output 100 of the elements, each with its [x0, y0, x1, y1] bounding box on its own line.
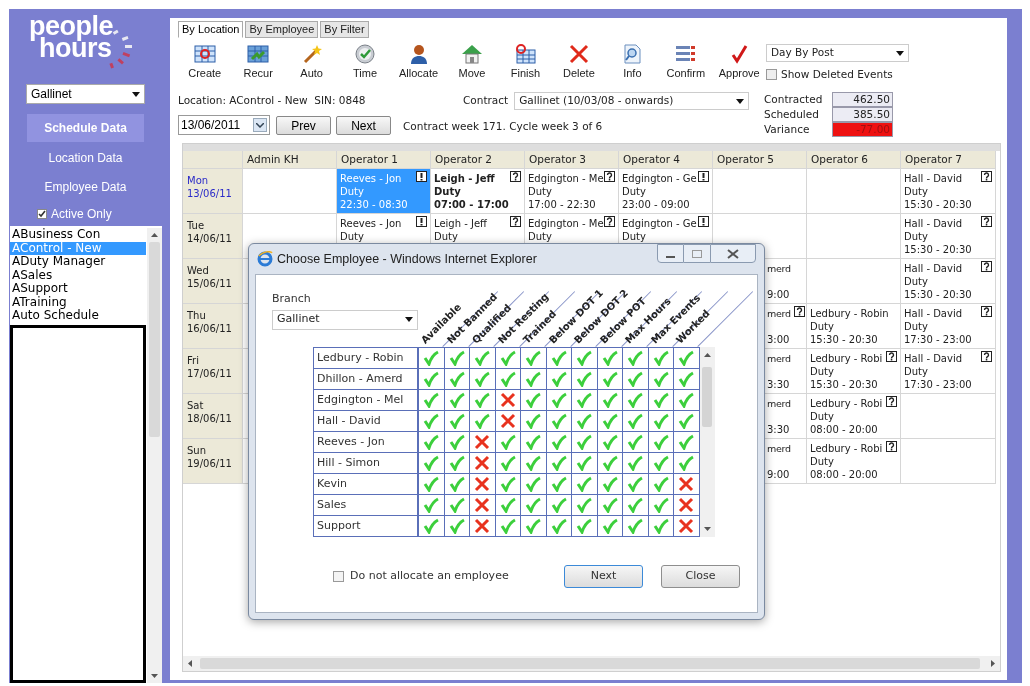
- contract-select[interactable]: Gallinet (10/03/08 - onwards): [514, 92, 750, 110]
- employee-name[interactable]: Support: [314, 516, 419, 536]
- shift-cell[interactable]: Hall - David Duty 17:30 - 23:00: [901, 349, 996, 394]
- check-icon: [576, 413, 593, 429]
- location-item[interactable]: ABusiness Con: [10, 228, 146, 242]
- check-icon: [601, 350, 618, 366]
- check-icon: [499, 371, 516, 387]
- branch-select[interactable]: Gallinet: [26, 84, 145, 104]
- check-icon: [448, 434, 465, 450]
- check-icon: [525, 371, 542, 387]
- check-icon: [448, 455, 465, 471]
- shift-type: Duty: [528, 230, 552, 243]
- shift-cell[interactable]: Ledbury - Robi Duty 08:00 - 20:00: [807, 439, 901, 484]
- employee-name: merd: [767, 262, 791, 275]
- location-item[interactable]: ASales: [10, 268, 146, 282]
- maximize-icon: [692, 249, 702, 258]
- shift-cell[interactable]: Hall - David Duty 15:30 - 20:30: [901, 169, 996, 214]
- check-icon: [448, 476, 465, 492]
- branch-select[interactable]: Gallinet: [272, 309, 418, 330]
- employee-name[interactable]: Dhillon - Amerd: [314, 369, 419, 389]
- shift-type: Duty: [340, 230, 364, 243]
- shift-cell[interactable]: Ledbury - Robi Duty 08:00 - 20:00: [807, 394, 901, 439]
- prev-button[interactable]: Prev: [276, 116, 331, 135]
- column-header: Admin KH: [243, 151, 337, 169]
- shift-cell[interactable]: Leigh - Jeff Duty 07:00 - 17:00: [431, 169, 525, 214]
- shift-cell[interactable]: Hall - David Duty 17:30 - 23:00: [901, 304, 996, 349]
- check-icon: [423, 392, 440, 408]
- check-icon: [627, 455, 644, 471]
- nav-item[interactable]: Employee Data: [27, 173, 144, 201]
- shift-time: 08:00 - 20:00: [810, 468, 878, 481]
- location-item[interactable]: ASupport: [10, 282, 146, 296]
- toolbar-button[interactable]: Create: [178, 44, 232, 84]
- check-icon: [601, 413, 618, 429]
- toolbar-button[interactable]: Confirm: [659, 44, 713, 84]
- toolbar-button[interactable]: Allocate: [391, 44, 446, 84]
- location-item[interactable]: Auto Schedule: [10, 309, 146, 323]
- employee-name[interactable]: Sales: [314, 495, 419, 515]
- check-icon: [525, 392, 542, 408]
- location-item[interactable]: ADuty Manager: [10, 255, 146, 269]
- toolbar-button[interactable]: Delete: [552, 44, 606, 84]
- employee-name[interactable]: Reeves - Jon: [314, 432, 419, 452]
- toolbar-button[interactable]: Auto: [284, 44, 339, 84]
- clock-check-icon: [354, 44, 377, 64]
- tab[interactable]: By Employee: [245, 21, 319, 38]
- date-select[interactable]: 13/06/2011: [178, 115, 270, 135]
- shift-cell[interactable]: Edgington - Ge Duty 23:00 - 09:00: [619, 169, 713, 214]
- employee-name: Ledbury - Robin: [810, 307, 889, 320]
- cross-icon: [499, 413, 516, 429]
- total-value: -77.00: [832, 122, 893, 137]
- scroll-thumb[interactable]: [702, 367, 712, 427]
- shift-cell[interactable]: Hall - David Duty 15:30 - 20:30: [901, 214, 996, 259]
- nav-item[interactable]: Location Data: [27, 144, 144, 172]
- check-icon: [627, 497, 644, 513]
- employee-name[interactable]: Edgington - Mel: [314, 390, 419, 410]
- check-icon: [474, 350, 491, 366]
- check-icon: [525, 476, 542, 492]
- check-icon: [627, 371, 644, 387]
- scrollbar[interactable]: [147, 228, 162, 683]
- check-icon: [550, 497, 567, 513]
- check-icon: [576, 497, 593, 513]
- minimize-button[interactable]: [657, 244, 684, 263]
- check-icon: [423, 371, 440, 387]
- check-icon: [423, 476, 440, 492]
- column-header: Operator 7: [901, 151, 996, 169]
- check-icon: [550, 350, 567, 366]
- active-only-checkbox[interactable]: [37, 209, 47, 219]
- toolbar-button[interactable]: Info: [605, 44, 660, 84]
- dropdown-arrow-icon: [896, 50, 904, 56]
- dialog-button[interactable]: Next: [564, 565, 643, 588]
- dialog-button[interactable]: Close: [661, 565, 740, 588]
- toolbar-button[interactable]: Move: [445, 44, 499, 84]
- check-icon: [448, 371, 465, 387]
- shift-time: 3:00: [767, 333, 790, 346]
- shift-cell[interactable]: Edgington - Me Duty 17:00 - 22:30: [525, 169, 619, 214]
- horizontal-scrollbar[interactable]: [183, 656, 1000, 671]
- check-icon: [499, 497, 516, 513]
- toolbar-button[interactable]: Finish: [498, 44, 553, 84]
- logo-text: people hours: [29, 15, 113, 59]
- employee-name[interactable]: Kevin: [314, 474, 419, 494]
- shift-cell[interactable]: Hall - David Duty 15:30 - 20:30: [901, 259, 996, 304]
- tab[interactable]: By Filter: [320, 21, 369, 38]
- location-item[interactable]: ATraining: [10, 295, 146, 309]
- employee-name[interactable]: Ledbury - Robin: [314, 348, 419, 368]
- next-button[interactable]: Next: [336, 116, 391, 135]
- tab[interactable]: By Location: [178, 21, 244, 38]
- shift-cell[interactable]: Ledbury - Robi Duty 15:30 - 20:30: [807, 349, 901, 394]
- toolbar-button[interactable]: Time: [338, 44, 392, 84]
- view-select[interactable]: Day By Post: [766, 44, 909, 62]
- check-icon: [448, 392, 465, 408]
- check-icon: [525, 497, 542, 513]
- list-icon: [674, 44, 697, 64]
- employee-name[interactable]: Hall - David: [314, 411, 419, 431]
- shift-cell[interactable]: Ledbury - Robin Duty 15:30 - 20:30: [807, 304, 901, 349]
- toolbar-button[interactable]: Recur: [231, 44, 285, 84]
- toolbar-button[interactable]: Approve: [712, 44, 766, 84]
- no-allocate-checkbox[interactable]: [333, 571, 344, 582]
- employee-name[interactable]: Hill - Simon: [314, 453, 419, 473]
- close-button[interactable]: [710, 244, 756, 263]
- employee-name: merd: [767, 397, 791, 410]
- show-deleted-checkbox[interactable]: [766, 69, 777, 81]
